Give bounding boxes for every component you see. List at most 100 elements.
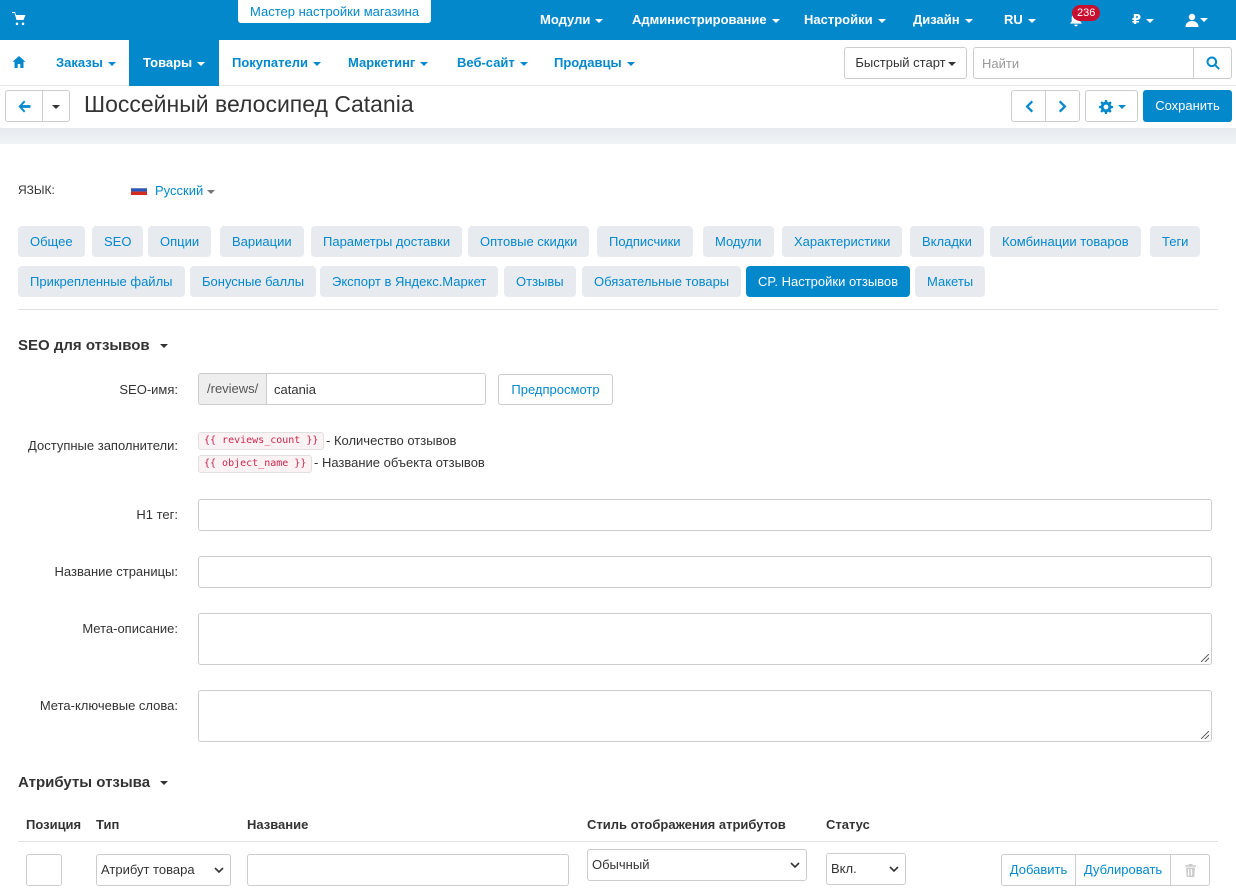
nav-marketing[interactable]: Маркетинг: [334, 40, 442, 86]
tab-cp-review-settings[interactable]: CP. Настройки отзывов: [746, 266, 911, 297]
seo-name-input[interactable]: [266, 373, 486, 405]
tab-product-combinations[interactable]: Комбинации товаров: [990, 226, 1141, 257]
seo-section-title: SEO для отзывов: [18, 337, 150, 354]
currency-label: ₽: [1132, 12, 1142, 27]
nav-products[interactable]: Товары: [129, 40, 220, 86]
nav-item-label: Товары: [143, 55, 193, 70]
chevron-down-icon: [1118, 105, 1126, 109]
attributes-section-toggle[interactable]: Атрибуты отзыва: [18, 774, 169, 791]
tab-product-tabs[interactable]: Вкладки: [910, 226, 984, 257]
top-menu-label: Администрирование: [632, 12, 767, 27]
chevron-down-icon: [197, 61, 206, 66]
preview-button[interactable]: Предпросмотр: [498, 374, 613, 405]
status-select[interactable]: Вкл.: [826, 853, 906, 885]
top-menu-label: Дизайн: [913, 12, 960, 27]
home-icon[interactable]: [12, 55, 26, 69]
tab-variations[interactable]: Вариации: [220, 226, 304, 257]
placeholder-description: - Количество отзывов: [326, 433, 457, 448]
title-bar-divider: [0, 128, 1236, 144]
chevron-down-icon: [1146, 18, 1155, 23]
previous-product-button[interactable]: [1011, 90, 1046, 122]
nav-orders[interactable]: Заказы: [42, 40, 130, 86]
language-selector[interactable]: Русский: [155, 183, 216, 198]
nav-website[interactable]: Веб-сайт: [443, 40, 542, 86]
back-dropdown-button[interactable]: [42, 90, 70, 122]
tab-yandex-market-export[interactable]: Экспорт в Яндекс.Маркет: [320, 266, 499, 297]
seo-name-label: SEO-имя:: [119, 382, 178, 397]
next-product-button[interactable]: [1045, 90, 1080, 122]
column-header-type: Тип: [96, 817, 120, 832]
search-input[interactable]: [973, 47, 1194, 79]
chevron-right-icon: [1058, 100, 1067, 113]
chevron-down-icon: [52, 105, 60, 109]
display-style-select[interactable]: Обычный: [587, 849, 807, 881]
attributes-section-title: Атрибуты отзыва: [18, 774, 151, 791]
top-menu-design[interactable]: Дизайн: [913, 0, 973, 40]
chevron-down-icon: [790, 862, 800, 869]
tab-addons[interactable]: Модули: [703, 226, 774, 257]
settings-dropdown-button[interactable]: [1085, 90, 1138, 122]
placeholder-code: {{ object_name }}: [198, 455, 313, 473]
resize-handle[interactable]: [1201, 731, 1209, 739]
tab-tags[interactable]: Теги: [1150, 226, 1201, 257]
h1-tag-input[interactable]: [198, 499, 1212, 531]
duplicate-attribute-button[interactable]: Дублировать: [1075, 854, 1171, 886]
tab-layouts[interactable]: Макеты: [915, 266, 986, 297]
tab-subscribers[interactable]: Подписчики: [597, 226, 693, 257]
add-attribute-button[interactable]: Добавить: [1001, 854, 1076, 886]
gear-icon: [1099, 100, 1113, 114]
seo-section-toggle[interactable]: SEO для отзывов: [18, 337, 168, 354]
tab-options[interactable]: Опции: [148, 226, 212, 257]
delete-attribute-button[interactable]: [1170, 854, 1210, 886]
chevron-down-icon: [771, 18, 780, 23]
resize-handle[interactable]: [1201, 654, 1209, 662]
tab-attachments[interactable]: Прикрепленные файлы: [18, 266, 185, 297]
nav-customers[interactable]: Покупатели: [218, 40, 335, 86]
type-select[interactable]: Атрибут товара: [96, 854, 231, 886]
meta-description-textarea[interactable]: [198, 613, 1212, 665]
search-button[interactable]: [1193, 47, 1232, 79]
page-title-input[interactable]: [198, 556, 1212, 588]
save-button[interactable]: Сохранить: [1143, 90, 1232, 122]
tab-reviews[interactable]: Отзывы: [504, 266, 576, 297]
top-menu-administration[interactable]: Администрирование: [632, 0, 780, 40]
arrow-left-icon: [18, 100, 31, 113]
title-bar: Шоссейный велосипед Catania Сохранить: [0, 86, 1236, 132]
back-button[interactable]: [5, 90, 43, 122]
top-menu-language[interactable]: RU: [1004, 0, 1036, 40]
meta-keywords-textarea[interactable]: [198, 690, 1212, 742]
quick-start-button[interactable]: Быстрый старт: [844, 47, 967, 79]
chevron-down-icon: [964, 18, 973, 23]
cart-icon[interactable]: [12, 12, 26, 26]
tab-required-products[interactable]: Обязательные товары: [582, 266, 742, 297]
chevron-down-icon: [947, 61, 956, 66]
status-select-value: Вкл.: [831, 861, 857, 876]
attribute-name-input[interactable]: [247, 854, 569, 886]
chevron-down-icon: [595, 18, 604, 23]
top-menu-label: Модули: [540, 12, 591, 27]
type-select-value: Атрибут товара: [101, 862, 195, 877]
tab-seo[interactable]: SEO: [92, 226, 144, 257]
placeholder-description: - Название объекта отзывов: [314, 455, 485, 470]
table-header-divider: [18, 841, 1218, 842]
user-icon[interactable]: [1185, 13, 1199, 27]
quick-start-label: Быстрый старт: [855, 55, 946, 70]
notifications-badge: 236: [1072, 5, 1101, 21]
chevron-down-icon: [626, 61, 635, 66]
nav-item-label: Продавцы: [554, 55, 622, 70]
top-menu-settings[interactable]: Настройки: [804, 0, 886, 40]
russia-flag-icon: [131, 185, 147, 195]
top-menu-currency[interactable]: ₽: [1132, 0, 1155, 40]
top-bar: Мастер настройки магазина Модули Админис…: [0, 0, 1236, 40]
tabs-divider: [18, 309, 1218, 310]
tab-shipping-properties[interactable]: Параметры доставки: [311, 226, 463, 257]
tab-features[interactable]: Характеристики: [782, 226, 903, 257]
store-setup-wizard-tab[interactable]: Мастер настройки магазина: [238, 0, 432, 23]
tab-wholesale-discounts[interactable]: Оптовые скидки: [468, 226, 590, 257]
chevron-down-icon: [889, 866, 899, 873]
top-menu-modules[interactable]: Модули: [540, 0, 604, 40]
position-input[interactable]: [26, 854, 62, 886]
nav-vendors[interactable]: Продавцы: [540, 40, 649, 86]
tab-general[interactable]: Общее: [18, 226, 85, 257]
tab-reward-points[interactable]: Бонусные баллы: [190, 266, 317, 297]
